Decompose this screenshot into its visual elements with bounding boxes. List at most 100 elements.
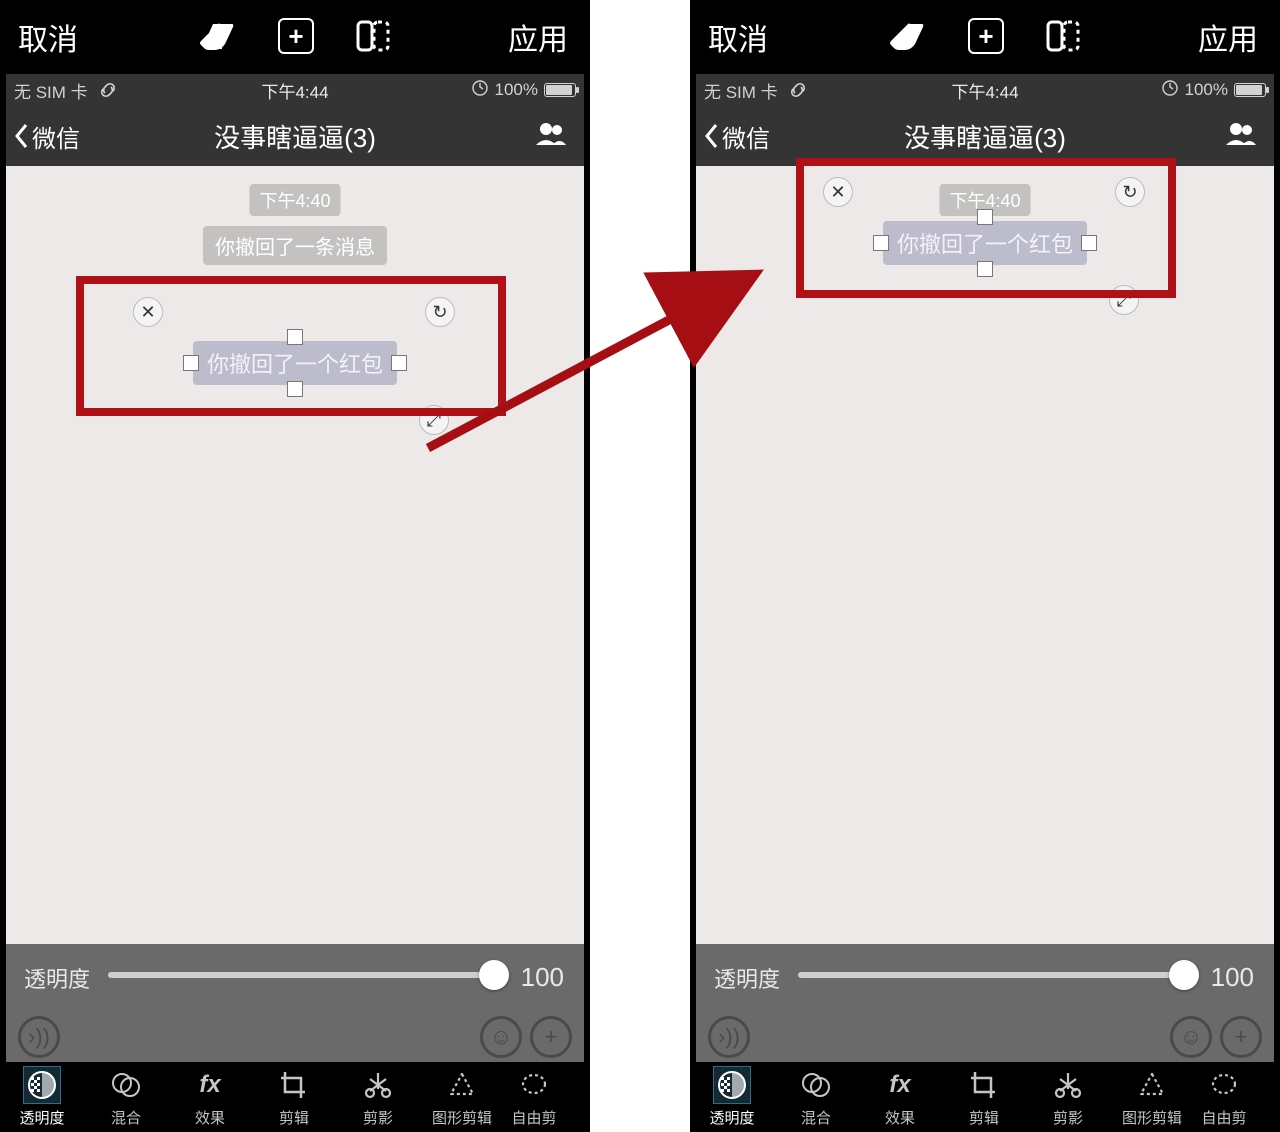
plus-icon: + xyxy=(530,1016,572,1058)
chat-navbar: 微信 没事瞎逼逼(3) xyxy=(696,106,1274,166)
carrier-label: 无 SIM 卡 xyxy=(704,78,778,103)
tool-label: 剪辑 xyxy=(969,1107,999,1128)
opacity-icon xyxy=(714,1067,750,1103)
recall-message-pill: 你撤回了一条消息 xyxy=(203,226,387,265)
cutout-icon xyxy=(1050,1067,1086,1103)
tool-label: 自由剪 xyxy=(511,1107,556,1128)
tool-crop[interactable]: 剪辑 xyxy=(252,1067,336,1128)
status-time: 下午4:44 xyxy=(951,78,1018,103)
opacity-slider[interactable] xyxy=(108,972,507,978)
chat-canvas: 下午4:40 你撤回了一个红包 ✕ ↻ ⤢ xyxy=(696,166,1274,944)
back-label: 微信 xyxy=(32,119,80,154)
shape-icon xyxy=(1134,1067,1170,1103)
lasso-icon xyxy=(1206,1067,1242,1103)
tool-blend[interactable]: 混合 xyxy=(84,1067,168,1128)
tool-label: 图形剪辑 xyxy=(1122,1107,1182,1128)
slider-thumb[interactable] xyxy=(1169,960,1199,990)
apply-button[interactable]: 应用 xyxy=(508,15,568,59)
group-members-icon[interactable] xyxy=(1224,121,1258,152)
battery-icon xyxy=(544,83,576,97)
tool-fx[interactable]: fx 效果 xyxy=(168,1067,252,1128)
cancel-button[interactable]: 取消 xyxy=(708,15,768,59)
opacity-icon xyxy=(24,1067,60,1103)
tool-fx[interactable]: fx 效果 xyxy=(858,1067,942,1128)
orientation-lock-icon xyxy=(1161,79,1179,102)
tool-opacity[interactable]: 透明度 xyxy=(690,1067,774,1128)
opacity-value: 100 xyxy=(1211,962,1254,993)
blend-icon xyxy=(798,1067,834,1103)
emoji-icon: ☺ xyxy=(480,1016,522,1058)
chat-title: 没事瞎逼逼(3) xyxy=(904,118,1066,155)
tool-shape-crop[interactable]: 图形剪辑 xyxy=(1110,1067,1194,1128)
chat-title: 没事瞎逼逼(3) xyxy=(214,118,376,155)
left-panel: 取消 + 应用 无 SIM 卡 下午4:44 100% xyxy=(0,0,590,1132)
eraser-icon[interactable] xyxy=(890,22,924,50)
add-icon[interactable]: + xyxy=(968,18,1004,54)
tool-label: 剪影 xyxy=(363,1107,393,1128)
cutout-icon xyxy=(360,1067,396,1103)
tool-shadow[interactable]: 剪影 xyxy=(336,1067,420,1128)
annotation-box xyxy=(76,276,506,416)
opacity-slider[interactable] xyxy=(798,972,1197,978)
add-icon[interactable]: + xyxy=(278,18,314,54)
editor-topbar: 取消 + 应用 xyxy=(0,0,590,74)
compare-icon[interactable] xyxy=(355,18,391,54)
tool-blend[interactable]: 混合 xyxy=(774,1067,858,1128)
fx-icon: fx xyxy=(882,1067,918,1103)
emoji-icon: ☺ xyxy=(1170,1016,1212,1058)
chevron-left-icon xyxy=(14,123,30,149)
chat-input-ghost: ›)) ☺ + xyxy=(696,1016,1274,1058)
crop-icon xyxy=(966,1067,1002,1103)
chat-time-pill: 下午4:40 xyxy=(249,184,340,216)
editor-toolbar: 透明度 混合 fx 效果 剪辑 剪影 图形剪辑 自由剪 xyxy=(690,1062,1280,1132)
tool-free-crop[interactable]: 自由剪 xyxy=(504,1067,564,1128)
carrier-label: 无 SIM 卡 xyxy=(14,78,88,103)
editor-topbar: 取消 + 应用 xyxy=(690,0,1280,74)
tool-label: 剪辑 xyxy=(279,1107,309,1128)
back-button[interactable]: 微信 xyxy=(704,119,770,154)
tool-free-crop[interactable]: 自由剪 xyxy=(1194,1067,1254,1128)
annotation-box xyxy=(796,158,1176,298)
phone-mockup: 无 SIM 卡 下午4:44 100% 微信 没事瞎逼逼(3) xyxy=(696,74,1274,1062)
tool-shape-crop[interactable]: 图形剪辑 xyxy=(420,1067,504,1128)
voice-icon: ›)) xyxy=(708,1016,750,1058)
tool-opacity[interactable]: 透明度 xyxy=(0,1067,84,1128)
compare-icon[interactable] xyxy=(1045,18,1081,54)
battery-percent: 100% xyxy=(1185,80,1228,100)
chat-input-ghost: ›)) ☺ + xyxy=(6,1016,584,1058)
blend-icon xyxy=(108,1067,144,1103)
tool-label: 自由剪 xyxy=(1201,1107,1246,1128)
opacity-label: 透明度 xyxy=(714,962,780,994)
phone-mockup: 无 SIM 卡 下午4:44 100% 微信 没事瞎逼逼(3) xyxy=(6,74,584,1062)
battery-icon xyxy=(1234,83,1266,97)
chat-canvas: 下午4:40 你撤回了一条消息 你撤回了一个红包 ✕ ↻ ⤢ xyxy=(6,166,584,944)
opacity-label: 透明度 xyxy=(24,962,90,994)
editor-toolbar: 透明度 混合 fx 效果 剪辑 剪影 图形剪辑 自由剪 xyxy=(0,1062,590,1132)
crop-icon xyxy=(276,1067,312,1103)
tool-label: 混合 xyxy=(111,1107,141,1128)
tool-label: 剪影 xyxy=(1053,1107,1083,1128)
apply-button[interactable]: 应用 xyxy=(1198,15,1258,59)
shape-icon xyxy=(444,1067,480,1103)
plus-icon: + xyxy=(1220,1016,1262,1058)
chevron-left-icon xyxy=(704,123,720,149)
back-label: 微信 xyxy=(722,119,770,154)
opacity-panel: 透明度 100 ›)) ☺ + xyxy=(696,944,1274,1062)
group-members-icon[interactable] xyxy=(534,121,568,152)
tool-shadow[interactable]: 剪影 xyxy=(1026,1067,1110,1128)
tool-crop[interactable]: 剪辑 xyxy=(942,1067,1026,1128)
tool-label: 效果 xyxy=(885,1107,915,1128)
battery-percent: 100% xyxy=(495,80,538,100)
status-bar: 无 SIM 卡 下午4:44 100% xyxy=(6,74,584,106)
right-panel: 取消 + 应用 无 SIM 卡 下午4:44 100% xyxy=(690,0,1280,1132)
back-button[interactable]: 微信 xyxy=(14,119,80,154)
tool-label: 透明度 xyxy=(709,1107,754,1128)
tether-icon xyxy=(788,80,808,105)
tool-label: 图形剪辑 xyxy=(432,1107,492,1128)
slider-thumb[interactable] xyxy=(479,960,509,990)
tool-label: 混合 xyxy=(801,1107,831,1128)
panel-divider xyxy=(590,0,690,1132)
cancel-button[interactable]: 取消 xyxy=(18,15,78,59)
eraser-icon[interactable] xyxy=(200,22,234,50)
tether-icon xyxy=(98,80,118,105)
